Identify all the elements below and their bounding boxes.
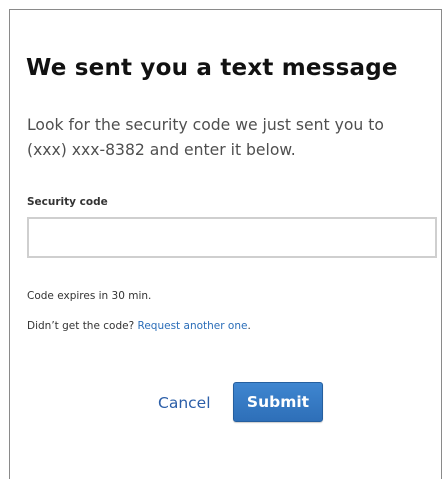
submit-button[interactable]: Submit	[233, 382, 323, 422]
resend-suffix: .	[247, 320, 251, 332]
resend-prompt: Didn’t get the code?	[27, 320, 135, 332]
instruction-text: Look for the security code we just sent …	[27, 116, 384, 159]
security-code-label: Security code	[27, 196, 108, 208]
code-expiry-text: Code expires in 30 min.	[27, 290, 152, 302]
page-title: We sent you a text message	[26, 55, 398, 81]
cancel-button[interactable]: Cancel	[152, 390, 217, 416]
security-code-input[interactable]	[27, 217, 437, 258]
resend-code-row: Didn’t get the code? Request another one…	[27, 320, 251, 332]
request-another-code-link[interactable]: Request another one	[138, 320, 248, 332]
